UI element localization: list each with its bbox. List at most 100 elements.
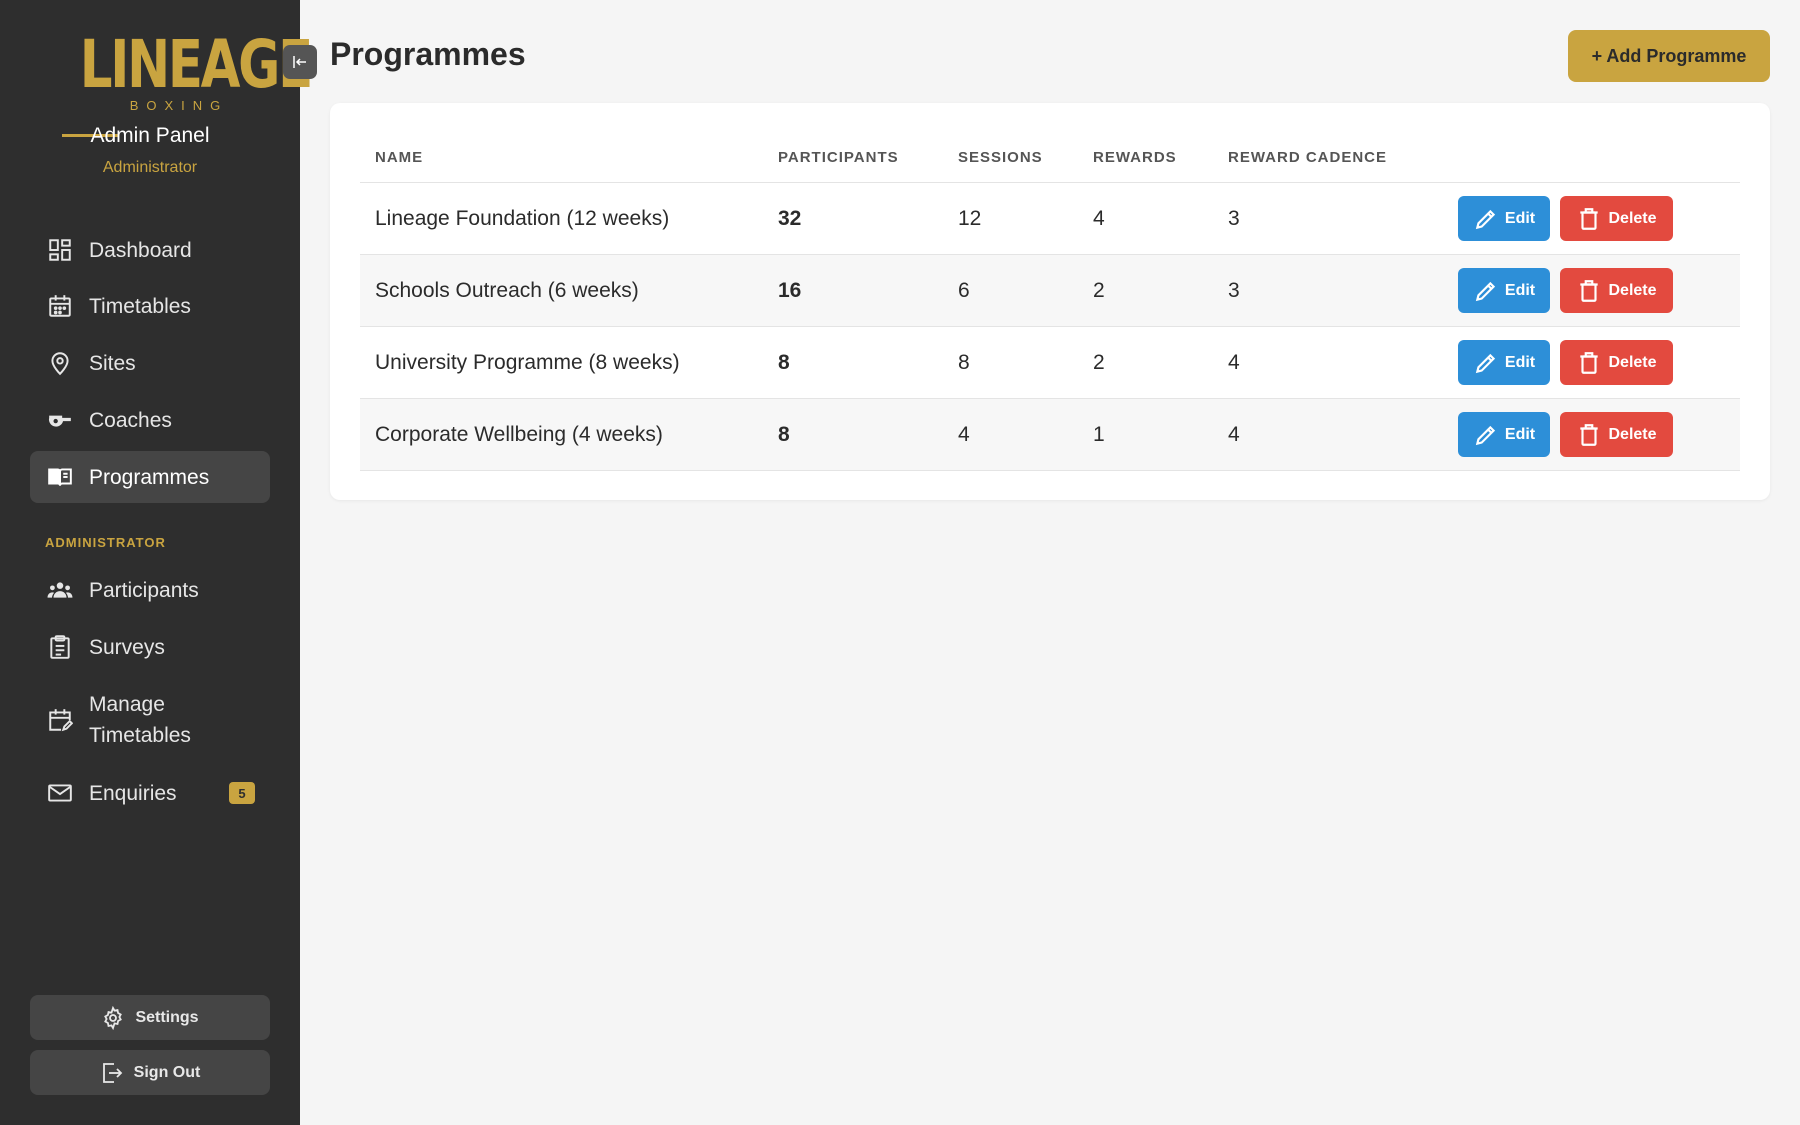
logo-subtitle: BOXING xyxy=(129,98,229,113)
reward-cadence: 3 xyxy=(1228,279,1240,302)
settings-label: Settings xyxy=(135,1008,199,1026)
delete-label: Delete xyxy=(1608,209,1657,227)
edit-label: Edit xyxy=(1504,281,1536,299)
reward-cadence: 4 xyxy=(1228,351,1240,374)
reward-cadence: 3 xyxy=(1228,207,1240,230)
row-actions: Edit Delete xyxy=(1458,268,1673,313)
sidebar-item-timetables[interactable]: Timetables xyxy=(30,286,270,326)
sidebar-item-label-line-1: Manage xyxy=(89,693,165,716)
sidebar-item-coaches[interactable]: Coaches xyxy=(30,400,270,440)
sidebar-item-manage-timetables[interactable]: Manage Timetables xyxy=(30,686,270,754)
sign-out-icon xyxy=(102,1062,122,1083)
row-actions: Edit Delete xyxy=(1458,412,1673,457)
dashboard-icon xyxy=(46,236,74,264)
participants-count: 16 xyxy=(778,279,802,302)
column-header-sessions: SESSIONS xyxy=(958,149,1043,166)
column-header-name: NAME xyxy=(375,149,424,166)
edit-button[interactable]: Edit xyxy=(1458,196,1550,241)
edit-label: Edit xyxy=(1504,209,1536,227)
delete-label: Delete xyxy=(1608,425,1657,443)
book-icon xyxy=(46,463,74,491)
edit-label: Edit xyxy=(1504,425,1536,443)
table-row: University Programme (8 weeks) 8 8 2 4 E… xyxy=(360,327,1740,399)
user-role: Administrator xyxy=(102,159,198,176)
column-header-reward-cadence: REWARD CADENCE xyxy=(1228,149,1388,166)
participants-count: 8 xyxy=(778,423,790,446)
logo-wordmark: LINEAGE xyxy=(79,26,313,103)
delete-button[interactable]: Delete xyxy=(1560,268,1673,313)
sidebar-item-surveys[interactable]: Surveys xyxy=(30,627,270,667)
trash-icon xyxy=(1580,279,1599,302)
edit-label: Edit xyxy=(1504,353,1536,371)
rewards-count: 2 xyxy=(1093,351,1105,374)
people-icon xyxy=(46,576,74,604)
table-row: Corporate Wellbeing (4 weeks) 8 4 1 4 Ed… xyxy=(360,399,1740,471)
sidebar-item-label: Coaches xyxy=(89,408,172,432)
sidebar-item-enquiries[interactable]: Enquiries 5 xyxy=(30,773,270,813)
sessions-count: 12 xyxy=(958,207,982,230)
trash-icon xyxy=(1580,207,1599,230)
section-label-administrator: ADMINISTRATOR xyxy=(45,535,166,550)
sidebar-item-dashboard[interactable]: Dashboard xyxy=(30,230,270,270)
reward-cadence: 4 xyxy=(1228,423,1240,446)
row-actions: Edit Delete xyxy=(1458,196,1673,241)
lineage-boxing-logo[interactable]: LINEAGE BOXING xyxy=(60,26,313,137)
rewards-count: 2 xyxy=(1093,279,1105,302)
table-row: Lineage Foundation (12 weeks) 32 12 4 3 … xyxy=(360,183,1740,255)
programme-name: Corporate Wellbeing (4 weeks) xyxy=(375,423,663,446)
settings-button[interactable]: Settings xyxy=(30,995,270,1040)
table-row: Schools Outreach (6 weeks) 16 6 2 3 Edit… xyxy=(360,255,1740,327)
delete-button[interactable]: Delete xyxy=(1560,340,1673,385)
calendar-icon xyxy=(46,292,74,320)
sessions-count: 6 xyxy=(958,279,970,302)
mail-icon xyxy=(46,779,74,807)
pencil-icon xyxy=(1475,281,1496,301)
column-header-rewards: REWARDS xyxy=(1093,149,1177,166)
edit-button[interactable]: Edit xyxy=(1458,268,1550,313)
trash-icon xyxy=(1580,351,1599,374)
sidebar-item-label: Programmes xyxy=(89,465,210,489)
clipboard-icon xyxy=(46,633,74,661)
rewards-count: 4 xyxy=(1093,207,1105,230)
pencil-icon xyxy=(1475,425,1496,445)
edit-button[interactable]: Edit xyxy=(1458,412,1550,457)
delete-button[interactable]: Delete xyxy=(1560,412,1673,457)
sidebar-item-label: Dashboard xyxy=(89,238,192,262)
participants-count: 8 xyxy=(778,351,790,374)
sidebar: LINEAGE BOXING Admin Panel Administrator… xyxy=(0,0,313,1125)
delete-label: Delete xyxy=(1608,353,1657,371)
gear-icon xyxy=(104,1005,123,1030)
pencil-icon xyxy=(1475,353,1496,373)
pencil-icon xyxy=(1475,209,1496,229)
sidebar-item-label: Sites xyxy=(89,351,136,375)
sidebar-item-label: Enquiries xyxy=(89,781,177,805)
row-actions: Edit Delete xyxy=(1458,340,1673,385)
collapse-sidebar-button[interactable] xyxy=(283,45,317,79)
sidebar-item-label-line-2: Timetables xyxy=(89,724,191,747)
delete-button[interactable]: Delete xyxy=(1560,196,1673,241)
add-programme-button[interactable]: + Add Programme xyxy=(1568,30,1770,82)
sidebar-item-programmes[interactable]: Programmes xyxy=(30,451,270,503)
calendar-edit-icon xyxy=(46,706,74,734)
location-pin-icon xyxy=(46,349,74,377)
trash-icon xyxy=(1580,423,1599,446)
sidebar-item-sites[interactable]: Sites xyxy=(30,343,270,383)
whistle-icon xyxy=(46,406,74,434)
programme-name: University Programme (8 weeks) xyxy=(375,351,680,374)
participants-count: 32 xyxy=(778,207,802,230)
panel-title: Admin Panel xyxy=(90,124,210,147)
programme-name: Lineage Foundation (12 weeks) xyxy=(375,207,670,230)
edit-button[interactable]: Edit xyxy=(1458,340,1550,385)
sign-out-button[interactable]: Sign Out xyxy=(30,1050,270,1095)
collapse-left-icon xyxy=(293,56,306,68)
sidebar-item-label: Timetables xyxy=(89,294,191,318)
programme-name: Schools Outreach (6 weeks) xyxy=(375,279,639,302)
sidebar-item-participants[interactable]: Participants xyxy=(30,570,270,610)
programmes-table: NAME PARTICIPANTS SESSIONS REWARDS REWAR… xyxy=(360,133,1740,471)
rewards-count: 1 xyxy=(1093,423,1105,446)
sign-out-label: Sign Out xyxy=(133,1063,201,1081)
sidebar-item-label: Manage Timetables xyxy=(89,689,191,751)
column-header-participants: PARTICIPANTS xyxy=(778,149,899,166)
page-title: Programmes xyxy=(330,36,526,72)
table-header: NAME PARTICIPANTS SESSIONS REWARDS REWAR… xyxy=(360,133,1740,183)
